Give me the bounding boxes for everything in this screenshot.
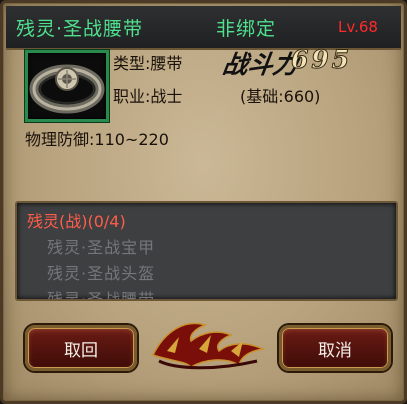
item-icon-slot[interactable]	[25, 50, 109, 122]
cancel-button[interactable]: 取消	[279, 325, 391, 371]
set-bonus-header: 残灵(战)(0/4)	[27, 212, 126, 231]
bind-status: 非绑定	[216, 18, 277, 40]
set-item: 残灵·圣战腰带	[47, 290, 156, 301]
game-logo	[151, 322, 266, 370]
item-type: 类型:腰带	[113, 54, 183, 73]
set-item: 残灵·圣战头盔	[47, 264, 156, 283]
retrieve-button[interactable]: 取回	[25, 325, 137, 371]
item-tooltip-panel: 残灵·圣战腰带 非绑定 Lv.68 类型:腰带 职业:战士 战斗力 695 (基…	[0, 0, 407, 404]
item-job: 职业:战士	[113, 87, 183, 106]
base-power: (基础:660)	[240, 87, 321, 106]
title-bar: 残灵·圣战腰带 非绑定 Lv.68	[6, 6, 401, 50]
set-bonus-box: 残灵(战)(0/4) 残灵·圣战宝甲 残灵·圣战头盔 残灵·圣战腰带	[15, 201, 398, 301]
set-item: 残灵·圣战宝甲	[47, 238, 156, 257]
belt-icon	[29, 64, 105, 114]
item-level: Lv.68	[338, 18, 378, 36]
item-name: 残灵·圣战腰带	[16, 18, 144, 40]
combat-power-label: 战斗力	[220, 50, 300, 79]
combat-power-value: 695	[290, 45, 353, 75]
physical-defense: 物理防御:110~220	[25, 130, 169, 149]
